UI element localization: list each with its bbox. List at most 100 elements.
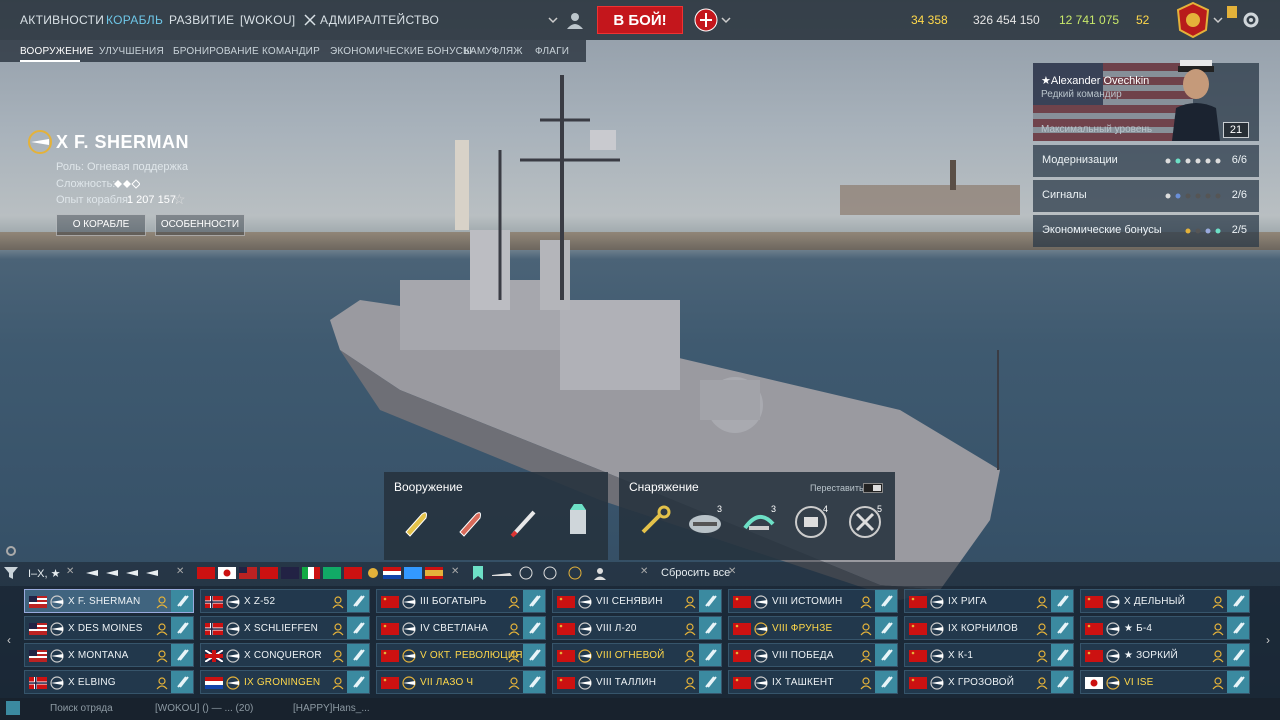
ship-card[interactable]: X F. SHERMAN bbox=[24, 589, 194, 613]
chat-channel-clan[interactable]: [WOKOU] () — ... (20) bbox=[155, 703, 253, 714]
free-xp-value: 12 741 075 bbox=[1059, 13, 1120, 27]
chevron-down-icon[interactable] bbox=[1213, 15, 1223, 25]
ship-class-icon bbox=[754, 676, 768, 690]
nation-flag-icon bbox=[29, 596, 47, 608]
clan-emblem-icon[interactable] bbox=[1176, 2, 1210, 38]
commander-icon bbox=[860, 623, 872, 636]
close-icon[interactable]: ✕ bbox=[451, 566, 459, 577]
division-icon[interactable] bbox=[564, 9, 586, 31]
ship-features-button[interactable]: ОСОБЕННОСТИ bbox=[155, 214, 245, 236]
chevron-down-icon[interactable] bbox=[721, 15, 731, 25]
ship-card[interactable]: VIII Л-20 bbox=[552, 616, 722, 640]
ship-card[interactable]: VIII ТАЛЛИН bbox=[552, 670, 722, 694]
ship-status-tag bbox=[1051, 671, 1073, 693]
ship-card[interactable]: X DES MOINES bbox=[24, 616, 194, 640]
tab-upgrades[interactable]: УЛУЧШЕНИЯ bbox=[99, 46, 164, 57]
ship-card[interactable]: VIII ФРУНЗЕ bbox=[728, 616, 898, 640]
close-icon[interactable]: ✕ bbox=[66, 566, 74, 577]
ship-card[interactable]: ★ Б-4 bbox=[1080, 616, 1250, 640]
tab-camouflage[interactable]: КАМУФЛЯЖ bbox=[464, 46, 523, 57]
ship-card[interactable]: X MONTANA bbox=[24, 643, 194, 667]
reset-filters-button[interactable]: Сбросить все bbox=[661, 567, 730, 579]
nav-activities[interactable]: АКТИВНОСТИ bbox=[20, 13, 104, 27]
ship-status-tag bbox=[523, 671, 545, 693]
swap-toggle[interactable] bbox=[863, 483, 883, 493]
battle-mode-icon[interactable] bbox=[694, 8, 718, 32]
ship-card[interactable]: VII ЛАЗО Ч bbox=[376, 670, 546, 694]
nation-flag-icon bbox=[29, 677, 47, 689]
bookmark-icon[interactable] bbox=[472, 566, 484, 580]
chevron-down-icon[interactable] bbox=[548, 15, 558, 25]
ship-card[interactable]: X Z-52 bbox=[200, 589, 370, 613]
nav-clan[interactable]: [WOKOU] bbox=[240, 13, 295, 27]
carousel-left-arrow-icon[interactable]: ‹ bbox=[7, 633, 11, 647]
nation-flag-icon bbox=[205, 677, 223, 689]
nav-admiralty[interactable]: АДМИРАЛТЕЙСТВО bbox=[320, 13, 439, 27]
he-shell-icon[interactable] bbox=[396, 502, 436, 542]
chat-channel-private[interactable]: [HAPPY]Hans_... bbox=[293, 703, 370, 714]
ship-card[interactable]: X К-1 bbox=[904, 643, 1074, 667]
close-icon[interactable]: ✕ bbox=[176, 566, 184, 577]
commander-level-badge: 21 bbox=[1223, 122, 1249, 138]
ship-status-tag bbox=[523, 644, 545, 666]
chat-toggle-icon[interactable] bbox=[6, 701, 20, 715]
signals-row[interactable]: Сигналы 2/6 bbox=[1033, 180, 1259, 212]
ship-card[interactable]: IX КОРНИЛОВ bbox=[904, 616, 1074, 640]
modernizations-row[interactable]: Модернизации 6/6 bbox=[1033, 145, 1259, 177]
tab-flags[interactable]: ФЛАГИ bbox=[535, 46, 569, 57]
signal-slots-icon bbox=[1165, 193, 1221, 199]
tab-armament[interactable]: ВООРУЖЕНИЕ bbox=[20, 46, 94, 57]
ship-status-icon bbox=[353, 649, 365, 661]
nav-research[interactable]: РАЗВИТИЕ bbox=[169, 13, 234, 27]
ship-card[interactable]: VIII ИСТОМИН bbox=[728, 589, 898, 613]
ship-card[interactable]: X SCHLIEFFEN bbox=[200, 616, 370, 640]
ship-card[interactable]: VII СЕНЯВИН bbox=[552, 589, 722, 613]
ship-card[interactable]: X ELBING bbox=[24, 670, 194, 694]
ap-shell-icon[interactable] bbox=[450, 502, 490, 542]
ship-card[interactable]: X ДЕЛЬНЫЙ bbox=[1080, 589, 1250, 613]
close-icon[interactable]: ✕ bbox=[728, 566, 736, 577]
ship-class-filter-icons[interactable] bbox=[84, 568, 174, 578]
depth-charge-icon[interactable] bbox=[558, 502, 598, 542]
star-icon: ☆ bbox=[173, 191, 186, 207]
ship-card[interactable]: VI ISE bbox=[1080, 670, 1250, 694]
carousel-right-arrow-icon[interactable]: › bbox=[1266, 633, 1270, 647]
tab-economic-bonuses[interactable]: ЭКОНОМИЧЕСКИЕ БОНУСЫ bbox=[330, 46, 472, 57]
ship-card[interactable]: X ГРОЗОВОЙ bbox=[904, 670, 1074, 694]
tab-armor[interactable]: БРОНИРОВАНИЕ bbox=[173, 46, 259, 57]
commander-icon bbox=[332, 596, 344, 609]
ship-class-icon bbox=[402, 676, 416, 690]
notification-icon[interactable] bbox=[1226, 5, 1238, 19]
ship-card[interactable]: VIII ПОБЕДА bbox=[728, 643, 898, 667]
ship-card[interactable]: III БОГАТЫРЬ bbox=[376, 589, 546, 613]
division-search-input[interactable]: Поиск отряда bbox=[50, 703, 113, 714]
close-icon[interactable]: ✕ bbox=[640, 566, 648, 577]
nation-filter-flags[interactable] bbox=[197, 566, 443, 580]
ship-status-tag bbox=[347, 617, 369, 639]
type-filter-icons[interactable] bbox=[490, 566, 610, 580]
settings-small-icon[interactable] bbox=[5, 545, 17, 557]
ship-card[interactable]: V ОКТ. РЕВОЛЮЦИЯ bbox=[376, 643, 546, 667]
damage-control-icon[interactable] bbox=[635, 502, 675, 542]
commander-icon bbox=[508, 677, 520, 690]
battle-button[interactable]: В БОЙ! bbox=[597, 6, 683, 34]
ship-status-tag bbox=[523, 617, 545, 639]
filter-icon[interactable] bbox=[4, 567, 18, 579]
nav-ship[interactable]: КОРАБЛЬ bbox=[106, 13, 163, 27]
torpedo-icon[interactable] bbox=[504, 502, 544, 542]
ship-card[interactable]: IX РИГА bbox=[904, 589, 1074, 613]
ship-card[interactable]: IX ТАШКЕНТ bbox=[728, 670, 898, 694]
ship-card[interactable]: IX GRONINGEN bbox=[200, 670, 370, 694]
ship-card-name: VIII ИСТОМИН bbox=[772, 596, 843, 607]
settings-gear-icon[interactable] bbox=[1241, 10, 1261, 30]
ship-card[interactable]: ★ ЗОРКИЙ bbox=[1080, 643, 1250, 667]
economic-bonuses-row[interactable]: Экономические бонусы 2/5 bbox=[1033, 215, 1259, 247]
ship-status-tag bbox=[1051, 617, 1073, 639]
about-ship-button[interactable]: О КОРАБЛЕ bbox=[56, 214, 146, 236]
ship-card[interactable]: IV СВЕТЛАНА bbox=[376, 616, 546, 640]
ship-card[interactable]: VIII ОГНЕВОЙ bbox=[552, 643, 722, 667]
ship-card[interactable]: X CONQUEROR bbox=[200, 643, 370, 667]
commander-icon bbox=[332, 677, 344, 690]
tab-commander[interactable]: КОМАНДИР bbox=[262, 46, 320, 57]
tier-filter[interactable]: I–X, ★ bbox=[28, 567, 60, 580]
